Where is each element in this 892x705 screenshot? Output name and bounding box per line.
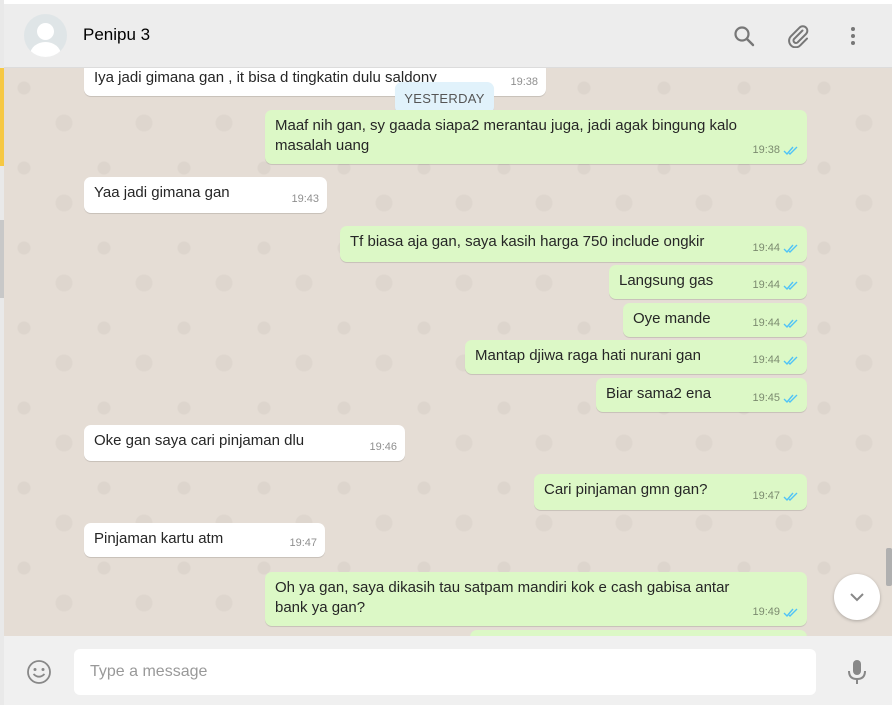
message-bubble[interactable]: Oye mande 19:44	[623, 303, 807, 337]
message-text: Tf biasa aja gan, saya kasih harga 750 i…	[350, 233, 705, 250]
double-check-icon	[783, 281, 798, 290]
attach-button[interactable]	[784, 22, 812, 50]
message-text: Mantap djiwa raga hati nurani gan	[475, 347, 701, 364]
message-bubble[interactable]: Tf biasa aja gan, saya kasih harga 750 i…	[340, 226, 807, 262]
paperclip-icon	[788, 25, 809, 48]
search-icon	[734, 26, 755, 47]
avatar-body	[30, 42, 61, 57]
double-check-icon	[783, 146, 798, 155]
message-text: Oye mande	[633, 310, 711, 327]
contact-name[interactable]: Penipu 3	[83, 25, 150, 45]
double-check-icon	[783, 356, 798, 365]
search-button[interactable]	[730, 22, 758, 50]
message-input-box[interactable]	[74, 649, 816, 695]
message-text: Pinjaman kartu atm	[94, 530, 224, 547]
message-time: 19:46	[369, 441, 397, 453]
message-time: 19:43	[291, 193, 319, 205]
message-time: 19:44	[752, 242, 780, 254]
double-check-icon	[783, 319, 798, 328]
message-text: Iya jadi gimana gan , it bisa d tingkati…	[94, 69, 437, 86]
avatar[interactable]	[24, 14, 67, 57]
double-check-icon	[783, 394, 798, 403]
double-check-icon	[783, 244, 798, 253]
double-check-icon	[783, 492, 798, 501]
message-list[interactable]: Iya jadi gimana gan , it bisa d tingkati…	[4, 68, 892, 636]
chat-window: Penipu 3 Iya jadi gimana gan , it bisa d…	[4, 4, 892, 705]
message-text: Maaf nih gan, sy gaada siapa2 merantau j…	[275, 117, 737, 154]
microphone-icon[interactable]	[844, 658, 870, 686]
composer-bar	[4, 636, 892, 705]
chevron-down-icon	[850, 593, 864, 602]
message-time: 19:47	[289, 537, 317, 549]
menu-button[interactable]	[839, 22, 867, 50]
message-time: 19:44	[752, 354, 780, 366]
avatar-head	[37, 23, 54, 40]
message-text: Yaa jadi gimana gan	[94, 184, 230, 201]
message-time: 19:38	[752, 144, 780, 156]
message-text: Langsung gas	[619, 272, 714, 289]
message-bubble[interactable]: Mantap djiwa raga hati nurani gan 19:44	[465, 340, 807, 374]
scrollbar-thumb[interactable]	[886, 548, 892, 586]
message-time: 19:45	[752, 392, 780, 404]
message-text: Oke gan saya cari pinjaman dlu	[94, 432, 305, 449]
message-bubble[interactable]: Oke gan saya cari pinjaman dlu 19:46	[84, 425, 405, 461]
message-bubble[interactable]: Biar sama2 ena 19:45	[596, 378, 807, 412]
scroll-down-button[interactable]	[834, 574, 880, 620]
message-time: 19:44	[752, 317, 780, 329]
emoji-icon[interactable]	[26, 659, 52, 685]
message-text: Cari pinjaman gmn gan?	[544, 481, 708, 498]
message-input[interactable]	[74, 649, 816, 695]
chat-header: Penipu 3	[4, 4, 892, 68]
message-bubble[interactable]: Oh ya gan, saya dikasih tau satpam mandi…	[265, 572, 807, 626]
message-text: Biar sama2 ena	[606, 385, 712, 402]
message-time: 19:44	[752, 279, 780, 291]
message-time: 19:47	[752, 490, 780, 502]
more-vertical-icon	[851, 27, 855, 45]
message-bubble[interactable]: Cari pinjaman gmn gan? 19:47	[534, 474, 807, 510]
message-bubble[interactable]: Langsung gas 19:44	[609, 265, 807, 299]
message-bubble[interactable]: Pinjaman kartu atm 19:47	[84, 523, 325, 557]
double-check-icon	[783, 608, 798, 617]
message-bubble[interactable]: Maaf nih gan, sy gaada siapa2 merantau j…	[265, 110, 807, 164]
message-bubble[interactable]: Yaa jadi gimana gan 19:43	[84, 177, 327, 213]
message-text: Oh ya gan, saya dikasih tau satpam mandi…	[275, 579, 730, 616]
message-time: 19:38	[510, 76, 538, 88]
message-time: 19:49	[752, 606, 780, 618]
